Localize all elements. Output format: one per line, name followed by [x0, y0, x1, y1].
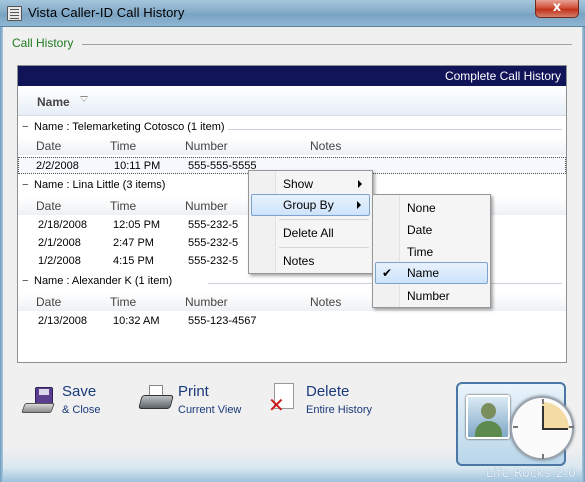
contact-avatar-icon [466, 395, 510, 439]
call-date: 2/2/2008 [36, 160, 79, 172]
number-column-label: Number [185, 139, 228, 153]
time-column-label: Time [110, 199, 137, 213]
panel-header: Complete Call History [18, 66, 566, 86]
call-time: 4:15 PM [113, 255, 154, 267]
time-column-label: Time [110, 295, 137, 309]
save-title: Save [62, 383, 97, 400]
group-header[interactable]: − Name : Telemarketing Cotosco (1 item) [22, 121, 225, 137]
call-date: 1/2/2008 [38, 255, 81, 267]
collapse-icon[interactable]: − [22, 275, 34, 287]
save-subtitle: & Close [62, 404, 101, 416]
notes-column-label: Notes [310, 139, 342, 153]
print-title: Print [178, 383, 209, 400]
window-title: Vista Caller-ID Call History [28, 5, 185, 20]
print-button[interactable]: Print Current View [138, 383, 260, 423]
group-header[interactable]: − Name : Lina Little (3 items) [22, 179, 165, 195]
menu-separator [279, 219, 369, 220]
menu-item-label: Delete All [283, 226, 334, 240]
delete-title: Delete [306, 383, 350, 400]
date-column-label: Date [36, 295, 62, 309]
notes-column-label: Notes [310, 295, 342, 309]
menu-item-label: Number [407, 289, 450, 303]
brand-text: Life Rocks 2.0 [486, 466, 577, 480]
section-label: Call History [12, 36, 74, 50]
menu-item-label: Date [407, 223, 433, 237]
menu-item-label: Name [407, 266, 440, 280]
group-title: Name : Alexander K (1 item) [34, 275, 173, 287]
save-disk-icon [21, 387, 55, 415]
app-icon[interactable] [7, 6, 22, 21]
delete-document-icon: ✕ [268, 383, 298, 419]
group-title: Name : Telemarketing Cotosco (1 item) [34, 121, 225, 133]
menu-item-date[interactable]: Date [375, 219, 488, 241]
close-button[interactable]: x [535, 0, 579, 18]
menu-item-name[interactable]: ✔ Name [375, 262, 488, 284]
title-bar[interactable]: Vista Caller-ID Call History x [0, 0, 585, 27]
time-column-label: Time [110, 139, 137, 153]
menu-item-label: Show [283, 177, 314, 191]
group-title: Name : Lina Little (3 items) [34, 179, 166, 191]
menu-item-time[interactable]: Time [375, 241, 488, 263]
call-date: 2/18/2008 [38, 219, 87, 231]
group-header[interactable]: − Name : Alexander K (1 item) [22, 275, 172, 291]
delete-button[interactable]: ✕ Delete Entire History [268, 383, 393, 423]
checkmark-icon: ✔ [382, 266, 393, 280]
group-column-header: Date Time Number Notes [18, 137, 566, 155]
call-number: 555-123-4567 [188, 315, 257, 327]
submenu-arrow-icon [357, 201, 361, 209]
call-time: 2:47 PM [113, 237, 154, 249]
group-divider [228, 129, 562, 130]
bottom-toolbar: Save & Close Print Current View ✕ Delete… [3, 365, 582, 482]
panel-title: Complete Call History [444, 69, 561, 83]
call-time: 10:32 AM [113, 315, 160, 327]
print-subtitle: Current View [178, 404, 242, 416]
menu-item-label: Notes [283, 254, 315, 268]
group-by-submenu[interactable]: None Date Time ✔ Name Number [372, 194, 491, 308]
collapse-icon[interactable]: − [22, 179, 34, 191]
app-logo [456, 382, 574, 466]
clock-icon [510, 396, 574, 460]
delete-subtitle: Entire History [306, 404, 373, 416]
context-menu[interactable]: Show Group By Delete All Notes [248, 170, 373, 274]
menu-item-label: Time [407, 245, 434, 259]
date-column-label: Date [36, 199, 62, 213]
call-date: 2/13/2008 [38, 315, 87, 327]
menu-item-label: None [407, 201, 436, 215]
collapse-icon[interactable]: − [22, 121, 34, 133]
menu-item-label: Group By [283, 198, 334, 212]
call-date: 2/1/2008 [38, 237, 81, 249]
menu-item-notes[interactable]: Notes [251, 250, 370, 272]
printer-icon [138, 385, 174, 415]
table-row[interactable]: 2/13/2008 10:32 AM 555-123-4567 [18, 313, 566, 330]
menu-item-number[interactable]: Number [375, 285, 488, 307]
date-column-label: Date [36, 139, 62, 153]
call-time: 10:11 PM [114, 160, 161, 172]
sort-descending-icon [80, 96, 88, 102]
submenu-arrow-icon [358, 180, 362, 188]
menu-item-group-by[interactable]: Group By [251, 194, 370, 216]
section-divider [82, 44, 572, 45]
save-button[interactable]: Save & Close [21, 383, 133, 423]
column-name-label: Name [37, 95, 70, 109]
menu-item-show[interactable]: Show [251, 173, 370, 195]
column-header-name[interactable]: Name [18, 86, 566, 116]
call-number: 555-232-5 [188, 237, 239, 249]
call-time: 12:05 PM [113, 219, 161, 231]
number-column-label: Number [185, 199, 228, 213]
menu-separator [279, 247, 369, 248]
call-number: 555-232-5 [188, 219, 239, 231]
menu-item-delete-all[interactable]: Delete All [251, 222, 370, 244]
call-number: 555-555-5555 [188, 160, 257, 172]
number-column-label: Number [185, 295, 228, 309]
call-number: 555-232-5 [188, 255, 239, 267]
menu-item-none[interactable]: None [375, 197, 488, 219]
